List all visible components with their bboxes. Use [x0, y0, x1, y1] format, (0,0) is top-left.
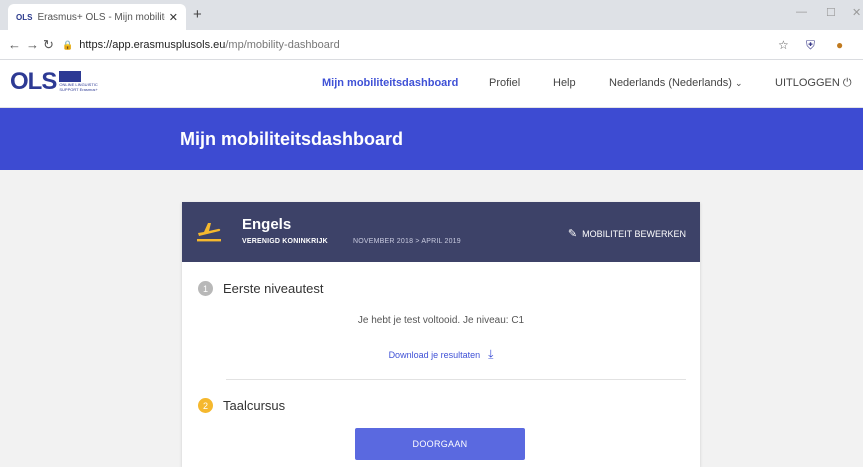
logout-label: UITLOGGEN	[775, 77, 840, 89]
forward-icon[interactable]: →	[26, 37, 39, 52]
reload-icon[interactable]: ↻	[43, 37, 54, 53]
download-results-link[interactable]: Download je resultaten ⤓	[182, 347, 700, 362]
site-header: OLS ONLINE LINGUISTIC SUPPORT Erasmus+ M…	[0, 60, 863, 108]
lock-icon: 🔒	[62, 39, 74, 50]
browser-tab-strip: OLS Erasmus+ OLS - Mijn mobiliteits ✕ + …	[0, 0, 863, 30]
browser-tab[interactable]: OLS Erasmus+ OLS - Mijn mobiliteits ✕	[8, 4, 186, 30]
logo-tagline-2: SUPPORT Erasmus+	[59, 87, 98, 92]
language-select[interactable]: Nederlands (Nederlands) ⌄	[609, 77, 743, 89]
language-label: Nederlands (Nederlands)	[609, 77, 732, 89]
close-window-icon[interactable]: ✕	[852, 6, 861, 19]
step-number-badge: 1	[198, 281, 213, 296]
mobility-language: Engels	[242, 216, 292, 233]
mobility-card: Engels VERENIGD KONINKRIJK NOVEMBER 2018…	[182, 202, 700, 467]
download-results-label: Download je resultaten	[388, 350, 481, 360]
maximize-icon[interactable]: ☐	[826, 6, 836, 19]
download-icon: ⤓	[488, 347, 494, 361]
profile-avatar-icon[interactable]: ●	[836, 38, 843, 52]
plane-departure-icon	[197, 223, 221, 242]
edit-mobility-button[interactable]: ✎ MOBILITEIT BEWERKEN	[568, 227, 686, 240]
test-result-text: Je hebt je test voltooid. Je niveau: C1	[357, 315, 525, 326]
nav-help-link[interactable]: Help	[553, 77, 576, 89]
url-field[interactable]: 🔒 https://app.erasmusplusols.eu/mp/mobil…	[62, 35, 762, 55]
back-icon[interactable]: ←	[8, 37, 21, 52]
ols-logo[interactable]: OLS ONLINE LINGUISTIC SUPPORT Erasmus+	[10, 68, 98, 96]
url-path: /mp/mobility-dashboard	[225, 39, 340, 51]
eu-flag-icon	[59, 71, 82, 82]
nav-profile-link[interactable]: Profiel	[489, 77, 520, 89]
logo-flag: ONLINE LINGUISTIC SUPPORT Erasmus+	[59, 71, 98, 93]
mobility-period: NOVEMBER 2018 > APRIL 2019	[353, 238, 461, 245]
tab-title: Erasmus+ OLS - Mijn mobiliteits	[37, 11, 165, 23]
step-label: Taalcursus	[223, 398, 286, 413]
logout-link[interactable]: UITLOGGEN ⏻	[775, 77, 852, 90]
tab-close-icon[interactable]: ✕	[169, 11, 178, 24]
address-bar: ← → ↻ 🔒 https://app.erasmusplusols.eu/mp…	[0, 30, 863, 60]
new-tab-button[interactable]: +	[193, 6, 202, 23]
continue-button[interactable]: DOORGAAN	[355, 428, 525, 460]
tab-favicon: OLS	[16, 12, 33, 22]
star-icon[interactable]: ☆	[778, 38, 789, 52]
step-label: Eerste niveautest	[223, 281, 324, 296]
step-placement-test: 1 Eerste niveautest	[198, 281, 323, 296]
power-icon: ⏻	[842, 77, 852, 89]
minimize-icon[interactable]: —	[796, 6, 807, 18]
step-number-badge: 2	[198, 398, 213, 413]
logo-text: OLS	[10, 68, 57, 95]
nav-dashboard-link[interactable]: Mijn mobiliteitsdashboard	[322, 77, 458, 89]
mobility-country: VERENIGD KONINKRIJK	[242, 238, 328, 245]
page-title: Mijn mobiliteitsdashboard	[180, 129, 404, 149]
chevron-down-icon: ⌄	[734, 78, 743, 88]
divider	[226, 379, 686, 380]
pencil-icon: ✎	[567, 228, 578, 240]
hero-banner: Mijn mobiliteitsdashboard	[0, 108, 863, 170]
edit-mobility-label: MOBILITEIT BEWERKEN	[582, 228, 686, 239]
step-language-course: 2 Taalcursus	[198, 398, 285, 413]
mobility-card-header: Engels VERENIGD KONINKRIJK NOVEMBER 2018…	[182, 202, 700, 262]
shield-extension-icon[interactable]: ⛨	[806, 38, 815, 53]
url-host: https://app.erasmusplusols.eu	[79, 39, 226, 51]
